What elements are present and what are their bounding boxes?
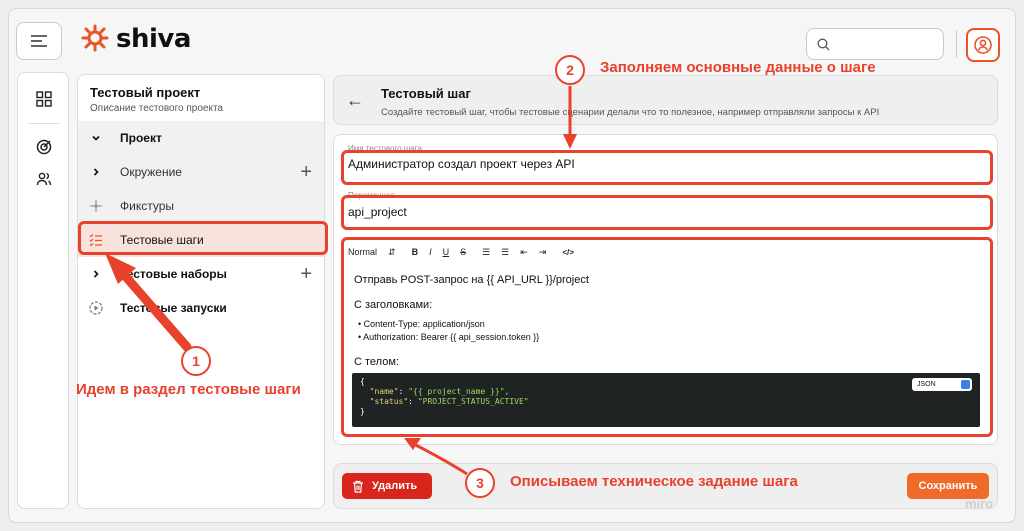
watermark: miro (965, 496, 994, 511)
arrow-3 (411, 441, 468, 476)
arrow-3-head (404, 438, 421, 450)
step-number-3: 3 (465, 468, 495, 498)
callout-3: Описываем техническое задание шага (510, 473, 798, 490)
step-number-2: 2 (555, 55, 585, 85)
arrow-2-head (563, 134, 577, 149)
step-number-1: 1 (181, 346, 211, 376)
callout-1: Идем в раздел тестовые шаги (76, 381, 301, 398)
arrow-1 (115, 265, 192, 352)
annotation-arrows (105, 86, 577, 476)
callout-2: Заполняем основные данные о шаге (600, 59, 876, 76)
